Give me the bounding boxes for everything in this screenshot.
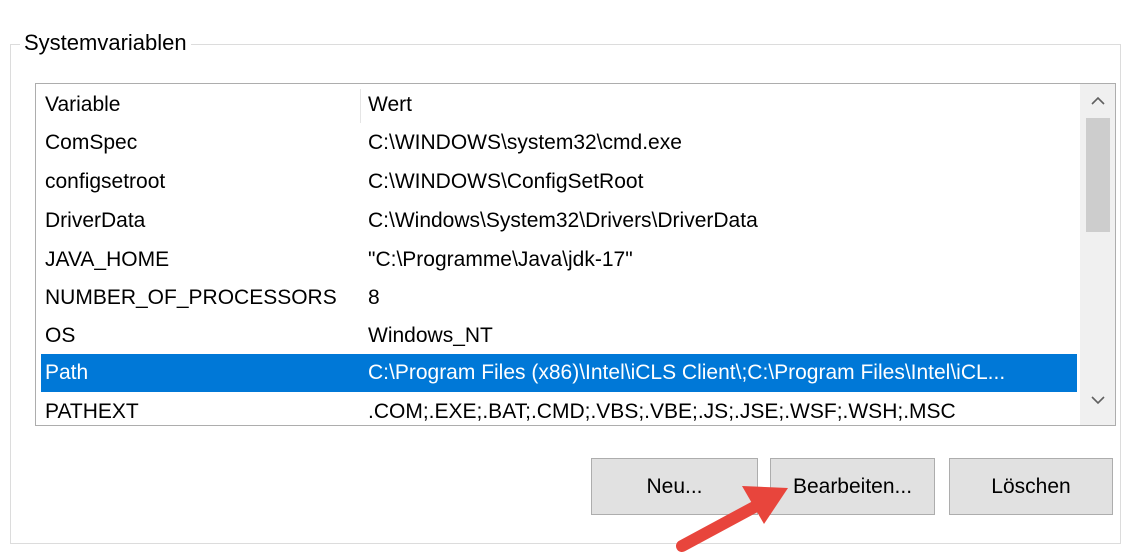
chevron-up-icon [1090,96,1105,105]
row-value: C:\WINDOWS\system32\cmd.exe [368,131,682,154]
table-row-selected[interactable]: Path C:\Program Files (x86)\Intel\iCLS C… [41,354,1077,392]
table-row[interactable]: OS Windows_NT [41,317,1077,355]
table-row[interactable]: PATHEXT .COM;.EXE;.BAT;.CMD;.VBS;.VBE;.J… [41,393,1077,425]
row-value: C:\WINDOWS\ConfigSetRoot [368,170,644,193]
list-rows: Variable Wert ComSpec C:\WINDOWS\system3… [36,84,1080,425]
scroll-down-button[interactable] [1080,383,1115,417]
row-variable: PATHEXT [45,400,139,423]
row-value: 8 [368,286,380,309]
table-row[interactable]: configsetroot C:\WINDOWS\ConfigSetRoot [41,163,1077,201]
delete-button[interactable]: Löschen [949,458,1113,515]
row-variable: ComSpec [45,131,138,154]
row-value: C:\Program Files (x86)\Intel\iCLS Client… [368,361,1006,384]
row-value: .COM;.EXE;.BAT;.CMD;.VBS;.VBE;.JS;.JSE;.… [368,400,956,423]
list-header: Variable Wert [41,86,1077,124]
column-header-variable[interactable]: Variable [45,86,355,124]
row-variable: Path [45,361,89,384]
table-row[interactable]: NUMBER_OF_PROCESSORS 8 [41,279,1077,317]
red-arrow-icon [676,486,788,552]
chevron-down-icon [1090,396,1105,405]
row-variable: OS [45,324,76,347]
scroll-thumb[interactable] [1086,118,1110,232]
table-row[interactable]: DriverData C:\Windows\System32\Drivers\D… [41,202,1077,240]
row-variable: DriverData [45,209,146,232]
system-variables-list[interactable]: Variable Wert ComSpec C:\WINDOWS\system3… [35,83,1116,426]
row-variable: JAVA_HOME [45,248,170,271]
row-value: C:\Windows\System32\Drivers\DriverData [368,209,758,232]
vertical-scrollbar[interactable] [1080,84,1115,425]
group-title: Systemvariablen [20,30,191,56]
row-value: "C:\Programme\Java\jdk-17" [368,248,633,271]
row-variable: configsetroot [45,170,166,193]
table-row[interactable]: ComSpec C:\WINDOWS\system32\cmd.exe [41,124,1077,162]
column-divider[interactable] [360,89,361,123]
scroll-up-button[interactable] [1080,84,1115,118]
table-row[interactable]: JAVA_HOME "C:\Programme\Java\jdk-17" [41,241,1077,279]
column-header-value[interactable]: Wert [368,86,1073,124]
row-value: Windows_NT [368,324,493,347]
row-variable: NUMBER_OF_PROCESSORS [45,286,337,309]
